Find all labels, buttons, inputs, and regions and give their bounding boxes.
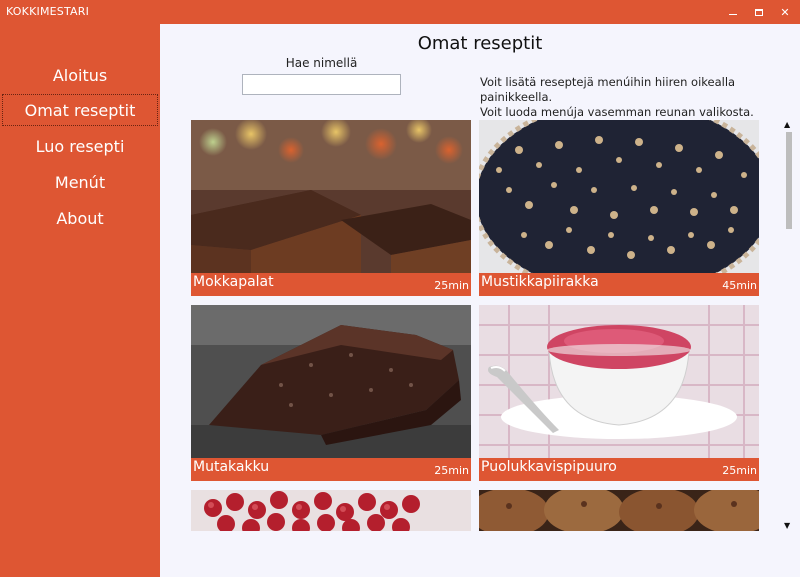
- recipe-card-mokkapalat[interactable]: Mokkapalat 25min: [191, 120, 471, 296]
- help-text: Voit lisätä reseptejä menúihin hiiren oi…: [480, 75, 795, 120]
- minimize-button[interactable]: [720, 0, 746, 24]
- recipe-photo-mustikkapiirakka: [479, 120, 759, 273]
- search-label: Hae nimellä: [285, 56, 358, 70]
- recipe-time: 45min: [722, 279, 757, 292]
- app-title: KOKKIMESTARI: [6, 5, 90, 18]
- recipe-name: Mustikkapiirakka: [481, 274, 599, 290]
- search-input[interactable]: [242, 74, 401, 95]
- recipe-time: 25min: [434, 464, 469, 477]
- recipe-photo-puolukkavispipuuro: [479, 305, 759, 458]
- title-bar: KOKKIMESTARI ✕: [0, 0, 800, 24]
- recipe-name: Mokkapalat: [193, 274, 274, 290]
- help-line-1: Voit lisätä reseptejä menúihin hiiren oi…: [480, 75, 736, 104]
- scroll-down-arrow-icon[interactable]: ▼: [784, 521, 790, 530]
- scroll-up-arrow-icon[interactable]: ▲: [784, 120, 790, 129]
- recipe-photo-mokkapalat: [191, 120, 471, 273]
- sidebar-item-menut[interactable]: Menút: [2, 166, 158, 198]
- sidebar-item-luo-resepti[interactable]: Luo resepti: [2, 130, 158, 162]
- recipe-card-puolukkavispipuuro[interactable]: Puolukkavispipuuro 25min: [479, 305, 759, 481]
- sidebar-item-omat-reseptit[interactable]: Omat reseptit: [2, 94, 158, 126]
- recipe-time: 25min: [722, 464, 757, 477]
- main-content: Omat reseptit Hae nimellä Voit lisätä re…: [160, 24, 800, 577]
- page-title: Omat reseptit: [417, 33, 543, 54]
- recipe-card-mutakakku[interactable]: Mutakakku 25min: [191, 305, 471, 481]
- recipe-card-mustikkapiirakka[interactable]: Mustikkapiirakka 45min: [479, 120, 759, 296]
- close-button[interactable]: ✕: [772, 0, 798, 24]
- minimize-icon: [729, 13, 737, 15]
- recipe-name: Mutakakku: [193, 459, 270, 475]
- maximize-button[interactable]: [746, 0, 772, 24]
- recipe-time: 25min: [434, 279, 469, 292]
- vertical-scrollbar[interactable]: ▲ ▼: [781, 120, 796, 533]
- recipe-card-partial-left[interactable]: [191, 490, 471, 531]
- sidebar: Aloitus Omat reseptit Luo resepti Menút …: [0, 24, 160, 577]
- sidebar-item-about[interactable]: About: [2, 202, 158, 234]
- close-icon: ✕: [780, 5, 790, 19]
- sidebar-item-aloitus[interactable]: Aloitus: [2, 59, 158, 91]
- recipe-card-partial-right[interactable]: [479, 490, 759, 531]
- recipe-photo-mutakakku: [191, 305, 471, 458]
- scroll-thumb[interactable]: [786, 132, 792, 229]
- recipe-name: Puolukkavispipuuro: [481, 459, 617, 475]
- help-line-2: Voit luoda menúja vasemman reunan valiko…: [480, 105, 754, 119]
- maximize-icon: [755, 8, 763, 16]
